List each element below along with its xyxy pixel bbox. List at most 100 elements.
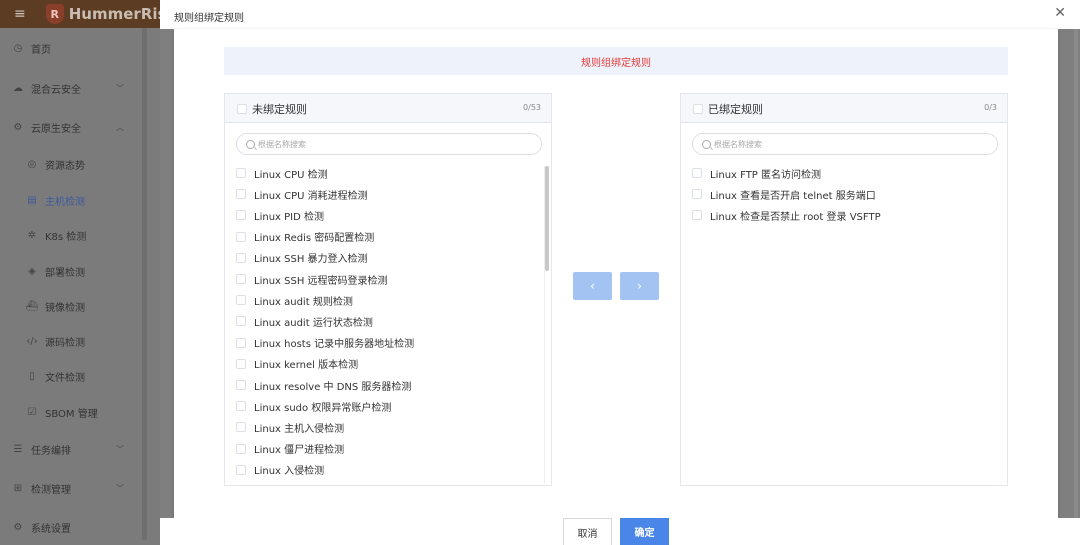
app-logo: R HummerRisk: [45, 4, 161, 24]
select-all-bound-checkbox[interactable]: [693, 104, 703, 114]
sidebar-item[interactable]: ⛴ 镜像检测: [0, 299, 140, 314]
sidebar-item-label: 系统设置: [31, 524, 71, 535]
rule-label: Linux audit 运行状态检测: [254, 317, 373, 329]
close-icon[interactable]: ✕: [1054, 5, 1066, 21]
settings-icon: ⚙: [13, 522, 23, 533]
rule-list-item[interactable]: Linux 主机入侵检测: [236, 420, 344, 435]
rule-list-item[interactable]: Linux audit 规则检测: [236, 293, 353, 308]
rule-checkbox[interactable]: [236, 422, 246, 433]
task-icon: ☰: [13, 444, 23, 455]
move-right-button[interactable]: ›: [620, 272, 659, 300]
hamburger-menu-icon[interactable]: ≡: [14, 6, 26, 22]
rule-list-item[interactable]: Linux resolve 中 DNS 服务器检测: [236, 378, 412, 393]
sidebar-item-label: 文件检测: [45, 373, 85, 384]
sidebar-item[interactable]: ☁ 混合云安全 ﹀: [0, 81, 140, 96]
sidebar-item[interactable]: ⚙ 云原生安全 ︿: [0, 120, 140, 135]
sidebar-item-label: 源码检测: [45, 338, 85, 349]
sidebar-item-label: K8s 检测: [45, 232, 87, 243]
rule-list-item[interactable]: Linux 查看是否开启 telnet 服务端口: [692, 187, 876, 202]
rule-label: Linux CPU 检测: [254, 169, 328, 181]
rule-label: Linux 检查是否禁止 root 登录 VSFTP: [710, 211, 881, 223]
modal-banner: 规则组绑定规则: [224, 47, 1008, 75]
bound-count: 0/3: [984, 103, 997, 112]
cancel-button[interactable]: 取消: [563, 518, 612, 545]
sidebar-item[interactable]: ☑ SBOM 管理: [0, 405, 140, 420]
app-topbar: ≡ R HummerRisk: [0, 0, 161, 28]
manage-icon: ⊞: [13, 483, 23, 494]
sidebar-item[interactable]: ⚙ 系统设置: [0, 520, 140, 535]
move-left-button[interactable]: ‹: [573, 272, 612, 300]
rule-label: Linux hosts 记录中服务器地址检测: [254, 339, 415, 351]
rule-checkbox[interactable]: [236, 189, 246, 200]
sidebar-item[interactable]: ⊞ 检测管理 ﹀: [0, 481, 140, 496]
bound-search[interactable]: [692, 133, 998, 155]
chevron-left-icon: ‹: [590, 279, 595, 293]
chevron-right-icon: ›: [637, 279, 642, 293]
rule-list-item[interactable]: Linux CPU 消耗进程检测: [236, 187, 368, 202]
sidebar-item[interactable]: ◷ 首页: [0, 41, 140, 56]
rule-checkbox[interactable]: [236, 231, 246, 242]
rule-checkbox[interactable]: [236, 210, 246, 221]
rule-checkbox[interactable]: [692, 168, 702, 178]
rule-label: Linux SSH 远程密码登录检测: [254, 275, 388, 287]
rule-list-item[interactable]: Linux SSH 远程密码登录检测: [236, 272, 388, 287]
sidebar-item[interactable]: ◎ 资源态势: [0, 157, 140, 172]
rule-list-item[interactable]: Linux PID 检测: [236, 208, 324, 223]
rule-checkbox[interactable]: [236, 401, 246, 412]
sidebar-item-label: 资源态势: [45, 161, 85, 172]
rule-list-item[interactable]: Linux hosts 记录中服务器地址检测: [236, 336, 414, 350]
rule-checkbox[interactable]: [236, 316, 246, 327]
sidebar-item-label: SBOM 管理: [45, 409, 98, 420]
bound-panel-header: 已绑定规则 0/3: [681, 94, 1007, 123]
rule-label: Linux 查看是否开启 telnet 服务端口: [710, 190, 876, 202]
select-all-unbound-checkbox[interactable]: [237, 104, 247, 114]
bound-search-input[interactable]: [714, 139, 984, 149]
rule-checkbox[interactable]: [236, 464, 246, 475]
rule-checkbox[interactable]: [236, 380, 246, 390]
search-icon: [702, 139, 711, 149]
chevron-icon: ﹀: [116, 484, 124, 493]
logo-text: HummerRisk: [68, 5, 161, 23]
sidebar-item[interactable]: ▯ 文件检测: [0, 369, 140, 384]
rule-label: Linux 僵尸进程检测: [254, 445, 345, 457]
rule-list-item[interactable]: Linux 检查是否禁止 root 登录 VSFTP: [692, 208, 881, 223]
sidebar-scrollbar[interactable]: [142, 28, 147, 540]
sidebar-item[interactable]: ☰ 任务编排 ﹀: [0, 442, 140, 457]
sidebar-item[interactable]: ◈ 部署检测: [0, 264, 140, 279]
rule-checkbox[interactable]: [236, 358, 246, 369]
sidebar-item[interactable]: ✲ K8s 检测: [0, 228, 140, 243]
page-scrollbar[interactable]: [1074, 28, 1078, 545]
rule-label: Linux resolve 中 DNS 服务器检测: [254, 381, 412, 393]
code-icon: ‹/›: [26, 336, 38, 347]
unbound-search[interactable]: [236, 133, 542, 155]
chevron-icon: ﹀: [116, 445, 124, 454]
rule-label: Linux audit 规则检测: [254, 296, 353, 308]
rule-list-item[interactable]: Linux FTP 匿名访问检测: [692, 166, 821, 181]
k8s-icon: ✲: [27, 230, 37, 241]
rule-list-item[interactable]: Linux Redis 密码配置检测: [236, 230, 374, 244]
rule-list-item[interactable]: Linux CPU 检测: [236, 166, 328, 181]
rule-checkbox[interactable]: [236, 252, 246, 263]
rule-list-item[interactable]: Linux SSH 暴力登入检测: [236, 251, 368, 265]
rule-checkbox[interactable]: [692, 210, 702, 221]
rule-list-item[interactable]: Linux sudo 权限异常账户检测: [236, 399, 391, 414]
confirm-button[interactable]: 确定: [620, 518, 669, 545]
sidebar-item[interactable]: ‹/› 源码检测: [0, 334, 140, 349]
rule-list-item[interactable]: Linux 僵尸进程检测: [236, 442, 344, 456]
rule-checkbox[interactable]: [236, 443, 246, 454]
rule-checkbox[interactable]: [236, 337, 246, 348]
rule-list-item[interactable]: Linux kernel 版本检测: [236, 357, 358, 371]
sbom-icon: ☑: [27, 407, 37, 418]
logo-shield-icon: R: [45, 4, 64, 24]
rule-checkbox[interactable]: [236, 295, 246, 306]
rule-list-item[interactable]: Linux audit 运行状态检测: [236, 314, 373, 329]
unbound-search-input[interactable]: [258, 139, 528, 149]
sidebar-item[interactable]: ▤ 主机检测: [0, 193, 140, 208]
rule-checkbox[interactable]: [692, 189, 702, 200]
rule-list-item[interactable]: Linux 入侵检测: [236, 463, 324, 477]
cloud-native-icon: ⚙: [13, 122, 23, 133]
rule-checkbox[interactable]: [236, 274, 246, 284]
rule-checkbox[interactable]: [236, 168, 246, 178]
unbound-list-scrollbar[interactable]: [545, 166, 549, 271]
file-icon: ▯: [29, 371, 35, 382]
